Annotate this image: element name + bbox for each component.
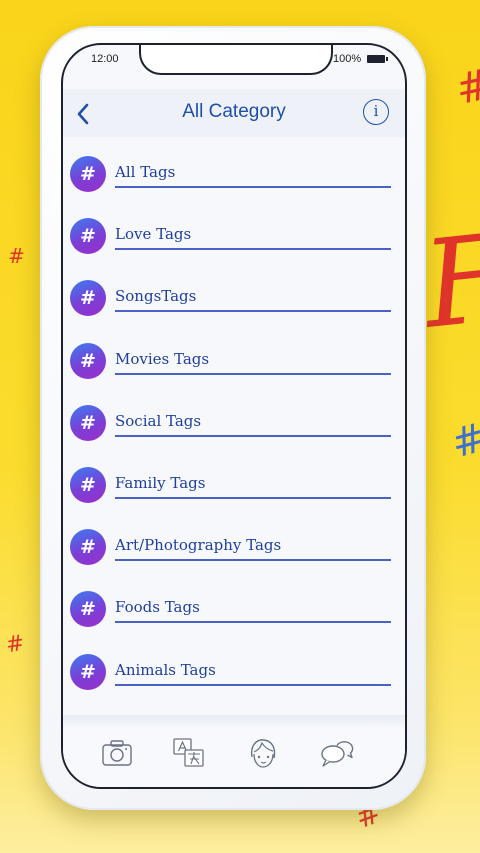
category-label: Family Tags (115, 473, 206, 492)
phone-screen: 12:00 100% All Category i # All Tags # L… (61, 43, 407, 789)
page-title: All Category (182, 101, 286, 122)
category-label: Love Tags (115, 225, 192, 244)
status-battery: 100% (333, 53, 362, 65)
translate-icon[interactable] (169, 733, 209, 773)
underline-divider (115, 621, 391, 624)
hashtag-icon: # (70, 404, 106, 441)
category-label: Social Tags (115, 411, 202, 430)
hashtag-icon: # (70, 653, 106, 690)
category-item-foods-tags[interactable]: # Foods Tags (63, 576, 405, 638)
category-item-social-tags[interactable]: # Social Tags (63, 390, 405, 452)
decorative-hashtag: # (451, 58, 480, 115)
face-icon[interactable] (243, 733, 283, 773)
underline-divider (115, 496, 391, 499)
header-bar: All Category i (63, 89, 405, 137)
category-label: Foods Tags (115, 598, 200, 617)
hashtag-icon: # (70, 280, 106, 317)
category-label: Movies Tags (115, 349, 210, 368)
underline-divider (115, 434, 391, 437)
bottom-tab-bar (63, 715, 405, 787)
chat-icon[interactable] (317, 733, 357, 773)
decorative-hashtag: # (8, 244, 25, 268)
info-icon[interactable]: i (363, 99, 389, 125)
category-item-art-photography-tags[interactable]: # Art/Photography Tags (63, 514, 405, 576)
underline-divider (115, 186, 391, 188)
battery-icon (367, 55, 388, 63)
category-item-songs-tags[interactable]: # SongsTags (63, 265, 405, 327)
chevron-left-icon[interactable] (69, 99, 99, 129)
hashtag-icon: # (70, 529, 106, 566)
camera-icon[interactable] (97, 733, 137, 773)
category-label: SongsTags (115, 287, 197, 306)
category-item-movies-tags[interactable]: # Movies Tags (63, 328, 405, 390)
decorative-hashtag: # (446, 414, 480, 468)
hashtag-icon: # (70, 591, 106, 628)
underline-divider (115, 310, 391, 313)
category-item-family-tags[interactable]: # Family Tags (63, 452, 405, 514)
category-item-all-tags[interactable]: # All Tags (63, 141, 405, 203)
hashtag-icon: # (70, 218, 106, 255)
hashtag-icon: # (70, 342, 106, 379)
decorative-hashtag: # (4, 630, 27, 659)
category-item-animals-tags[interactable]: # Animals Tags (63, 639, 405, 701)
category-list: # All Tags # Love Tags # SongsTags # Mov… (63, 141, 405, 701)
category-label: Animals Tags (115, 660, 216, 679)
category-item-love-tags[interactable]: # Love Tags (63, 203, 405, 265)
category-label: Art/Photography Tags (115, 536, 282, 555)
underline-divider (115, 372, 391, 375)
underline-divider (115, 559, 391, 562)
status-time: 12:00 (91, 53, 119, 65)
underline-divider (115, 683, 391, 686)
decorative-letters: Fo (417, 203, 480, 356)
underline-divider (115, 248, 391, 251)
hashtag-icon: # (70, 156, 106, 192)
notch (139, 45, 333, 75)
hashtag-icon: # (70, 466, 106, 503)
category-label: All Tags (115, 163, 176, 181)
